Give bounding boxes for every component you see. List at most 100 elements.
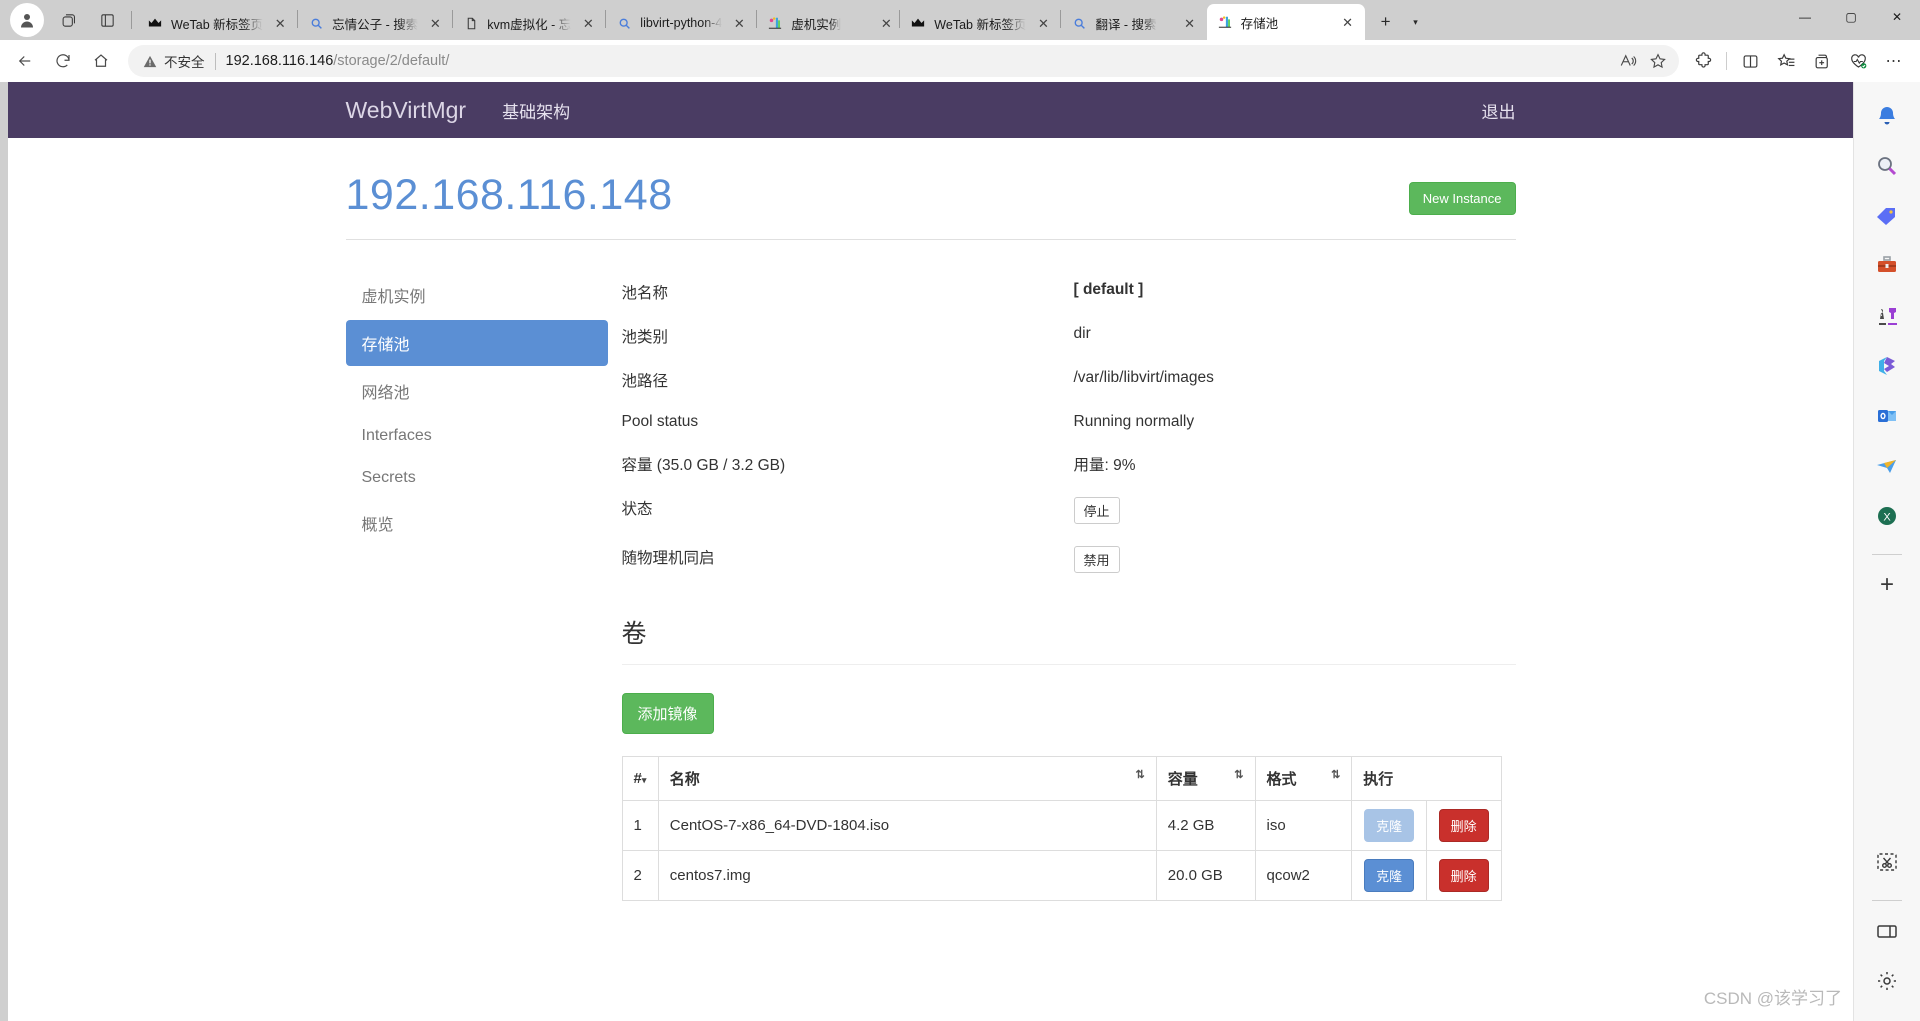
svg-text:X: X bbox=[1883, 512, 1891, 524]
address-bar[interactable]: 不安全 192.168.116.146/storage/2/default/ bbox=[128, 45, 1679, 77]
sidebar-item-overview[interactable]: 概览 bbox=[346, 500, 608, 546]
tab-close-button[interactable]: ✕ bbox=[1337, 11, 1359, 33]
browser-tab[interactable]: libvirt-python-4 ✕ bbox=[606, 6, 756, 40]
telegram-button[interactable] bbox=[1867, 446, 1907, 486]
column-header-name[interactable]: ⇅ 名称 bbox=[657, 756, 1157, 801]
microsoft365-button[interactable] bbox=[1867, 346, 1907, 386]
browser-tab[interactable]: kvm虚拟化 - 忘 ✕ bbox=[453, 6, 605, 40]
clone-volume-button[interactable]: 克隆 bbox=[1364, 809, 1415, 842]
clone-volume-button[interactable]: 克隆 bbox=[1364, 859, 1415, 892]
tab-title: 虚机实例 bbox=[791, 17, 842, 32]
cell-delete: 删除 bbox=[1425, 850, 1502, 901]
sidebar-item-secrets[interactable]: Secrets bbox=[346, 458, 608, 498]
tab-list-menu-button[interactable]: ▾ bbox=[1403, 7, 1429, 37]
delete-volume-button[interactable]: 删除 bbox=[1438, 809, 1489, 842]
tab-close-button[interactable]: ✕ bbox=[269, 12, 291, 34]
settings-and-more-button[interactable]: ⋯ bbox=[1876, 44, 1912, 78]
screenshot-button[interactable] bbox=[1867, 842, 1907, 882]
omnibox-divider bbox=[214, 52, 216, 70]
column-header-size[interactable]: ⇅ 容量 bbox=[1155, 756, 1256, 801]
detail-value: 用量: 9% bbox=[1073, 457, 1136, 474]
search-sidebar-button[interactable] bbox=[1867, 146, 1907, 186]
split-screen-button[interactable] bbox=[1732, 44, 1768, 78]
stop-pool-button[interactable]: 停止 bbox=[1073, 497, 1120, 524]
shopping-tag-icon bbox=[1877, 208, 1895, 225]
more-dots-icon: ⋯ bbox=[1885, 53, 1903, 70]
tab-close-button[interactable]: ✕ bbox=[1032, 12, 1054, 34]
detail-label: 池名称 bbox=[621, 285, 669, 302]
minimize-button[interactable]: — bbox=[1782, 0, 1828, 33]
site-security-indicator[interactable]: 不安全 bbox=[142, 51, 205, 71]
disable-autostart-button[interactable]: 禁用 bbox=[1073, 546, 1120, 573]
new-instance-button[interactable]: New Instance bbox=[1408, 182, 1516, 215]
column-header-index[interactable]: #▾ bbox=[621, 756, 659, 801]
app-navbar: WebVirtMgr 基础架构 退出 bbox=[8, 82, 1853, 138]
browser-tab[interactable]: 忘情公子 - 搜索 ✕ bbox=[298, 6, 452, 40]
browser-tab-active[interactable]: 存储池 ✕ bbox=[1206, 4, 1365, 40]
new-tab-button[interactable]: + bbox=[1371, 7, 1401, 37]
games-button[interactable] bbox=[1867, 296, 1907, 336]
content-row: 虚机实例 存储池 网络池 Interfaces Secrets 概览 池名称 [… bbox=[345, 240, 1516, 901]
add-sidebar-app-button[interactable]: + bbox=[1867, 565, 1907, 605]
browser-tab[interactable]: 翻译 - 搜索 ✕ bbox=[1061, 6, 1206, 40]
add-image-button[interactable]: 添加镜像 bbox=[621, 693, 714, 734]
sidebar-divider bbox=[1872, 554, 1902, 555]
page-title: 192.168.116.148 bbox=[345, 171, 673, 219]
excel-button[interactable]: X bbox=[1867, 496, 1907, 536]
nav-item-infrastructure[interactable]: 基础架构 bbox=[502, 98, 570, 123]
browser-essentials-button[interactable] bbox=[1840, 44, 1876, 78]
tab-actions-button[interactable] bbox=[90, 3, 124, 37]
add-favorite-button[interactable] bbox=[1643, 46, 1673, 76]
webvirtmgr-icon bbox=[1217, 14, 1233, 30]
sidebar-settings-button[interactable] bbox=[1867, 961, 1907, 1001]
page-body: 192.168.116.148 New Instance 虚机实例 存储池 网络… bbox=[331, 138, 1531, 901]
column-header-actions: 执行 bbox=[1351, 756, 1502, 801]
home-button[interactable] bbox=[84, 44, 118, 78]
sidebar-item-interfaces[interactable]: Interfaces bbox=[346, 416, 608, 456]
extensions-button[interactable] bbox=[1685, 44, 1721, 78]
tab-title: 翻译 - 搜索 bbox=[1095, 17, 1157, 32]
app-brand[interactable]: WebVirtMgr bbox=[346, 97, 467, 124]
outlook-button[interactable] bbox=[1867, 396, 1907, 436]
sidebar-item-instances[interactable]: 虚机实例 bbox=[346, 272, 608, 318]
close-window-button[interactable]: ✕ bbox=[1874, 0, 1920, 33]
cell-index: 2 bbox=[621, 850, 659, 901]
notifications-button[interactable] bbox=[1867, 96, 1907, 136]
collections-button[interactable] bbox=[1804, 44, 1840, 78]
url-host: 192.168.116.146 bbox=[225, 53, 334, 69]
volumes-table-body: 1 CentOS-7-x86_64-DVD-1804.iso 4.2 GB is… bbox=[621, 800, 1502, 901]
sidebar-item-network-pools[interactable]: 网络池 bbox=[346, 368, 608, 414]
tab-close-button[interactable]: ✕ bbox=[875, 12, 897, 34]
read-aloud-button[interactable] bbox=[1613, 46, 1643, 76]
wetab-crown-icon bbox=[147, 15, 163, 31]
extensions-puzzle-icon bbox=[1695, 51, 1711, 68]
shopping-button[interactable] bbox=[1867, 196, 1907, 236]
browser-tab[interactable]: 虚机实例 ✕ bbox=[757, 6, 899, 40]
table-header-row: #▾ ⇅ 名称 ⇅ 容量 ⇅ 格式 执行 bbox=[621, 756, 1502, 801]
toggle-sidebar-button[interactable] bbox=[1867, 911, 1907, 951]
gear-settings-icon bbox=[1878, 972, 1896, 990]
workspaces-button[interactable] bbox=[52, 3, 86, 37]
security-label: 不安全 bbox=[164, 55, 205, 70]
tab-close-button[interactable]: ✕ bbox=[424, 12, 446, 34]
delete-volume-button[interactable]: 删除 bbox=[1438, 859, 1489, 892]
back-button[interactable] bbox=[8, 44, 42, 78]
tab-close-button[interactable]: ✕ bbox=[577, 12, 599, 34]
browser-tab[interactable]: WeTab 新标签页 ✕ bbox=[137, 6, 297, 40]
column-header-format[interactable]: ⇅ 格式 bbox=[1254, 756, 1353, 801]
maximize-button[interactable]: ▢ bbox=[1828, 0, 1874, 33]
add-image-wrap: 添加镜像 bbox=[621, 665, 1516, 756]
search-magnifier-icon bbox=[1878, 157, 1897, 176]
logout-link[interactable]: 退出 bbox=[1482, 98, 1516, 123]
tab-close-button[interactable]: ✕ bbox=[728, 12, 750, 34]
watermark: CSDN @该学习了 bbox=[1703, 989, 1842, 1008]
reload-button[interactable] bbox=[46, 44, 80, 78]
tools-button[interactable] bbox=[1867, 246, 1907, 286]
tab-close-button[interactable]: ✕ bbox=[1179, 12, 1201, 34]
profile-avatar-button[interactable] bbox=[10, 3, 44, 37]
omnibox-actions bbox=[1613, 46, 1673, 76]
browser-tab[interactable]: WeTab 新标签页 ✕ bbox=[900, 6, 1060, 40]
cell-volume-name: CentOS-7-x86_64-DVD-1804.iso bbox=[657, 800, 1157, 851]
sidebar-item-storage-pools[interactable]: 存储池 bbox=[345, 320, 608, 366]
favorites-button[interactable] bbox=[1768, 44, 1804, 78]
